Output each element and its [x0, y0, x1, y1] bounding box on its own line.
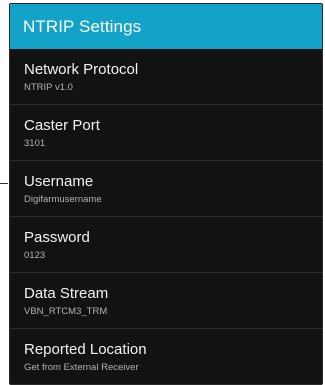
setting-title: Reported Location	[24, 340, 147, 358]
setting-value: 3101	[24, 137, 46, 149]
setting-value: 0123	[24, 249, 46, 261]
callout-line	[0, 183, 8, 184]
app-header: NTRIP Settings	[10, 4, 322, 49]
setting-value: Get from External Receiver	[24, 361, 139, 373]
setting-title: Password	[24, 228, 90, 246]
setting-caster-port[interactable]: Caster Port 3101	[10, 105, 322, 161]
settings-screen: NTRIP Settings Network Protocol NTRIP v1…	[9, 3, 323, 385]
settings-list: Network Protocol NTRIP v1.0 Caster Port …	[10, 49, 322, 384]
setting-reported-location[interactable]: Reported Location Get from External Rece…	[10, 329, 322, 384]
page-title: NTRIP Settings	[23, 16, 142, 36]
setting-value: NTRIP v1.0	[24, 81, 73, 93]
setting-username[interactable]: Username Digifarmusername	[10, 161, 322, 217]
setting-title: Username	[24, 172, 94, 190]
setting-title: Caster Port	[24, 116, 100, 134]
setting-value: VBN_RTCM3_TRM	[24, 305, 108, 317]
setting-data-stream[interactable]: Data Stream VBN_RTCM3_TRM	[10, 273, 322, 329]
setting-title: Network Protocol	[24, 60, 139, 78]
setting-password[interactable]: Password 0123	[10, 217, 322, 273]
setting-title: Data Stream	[24, 284, 109, 302]
setting-network-protocol[interactable]: Network Protocol NTRIP v1.0	[10, 49, 322, 105]
setting-value: Digifarmusername	[24, 193, 102, 205]
